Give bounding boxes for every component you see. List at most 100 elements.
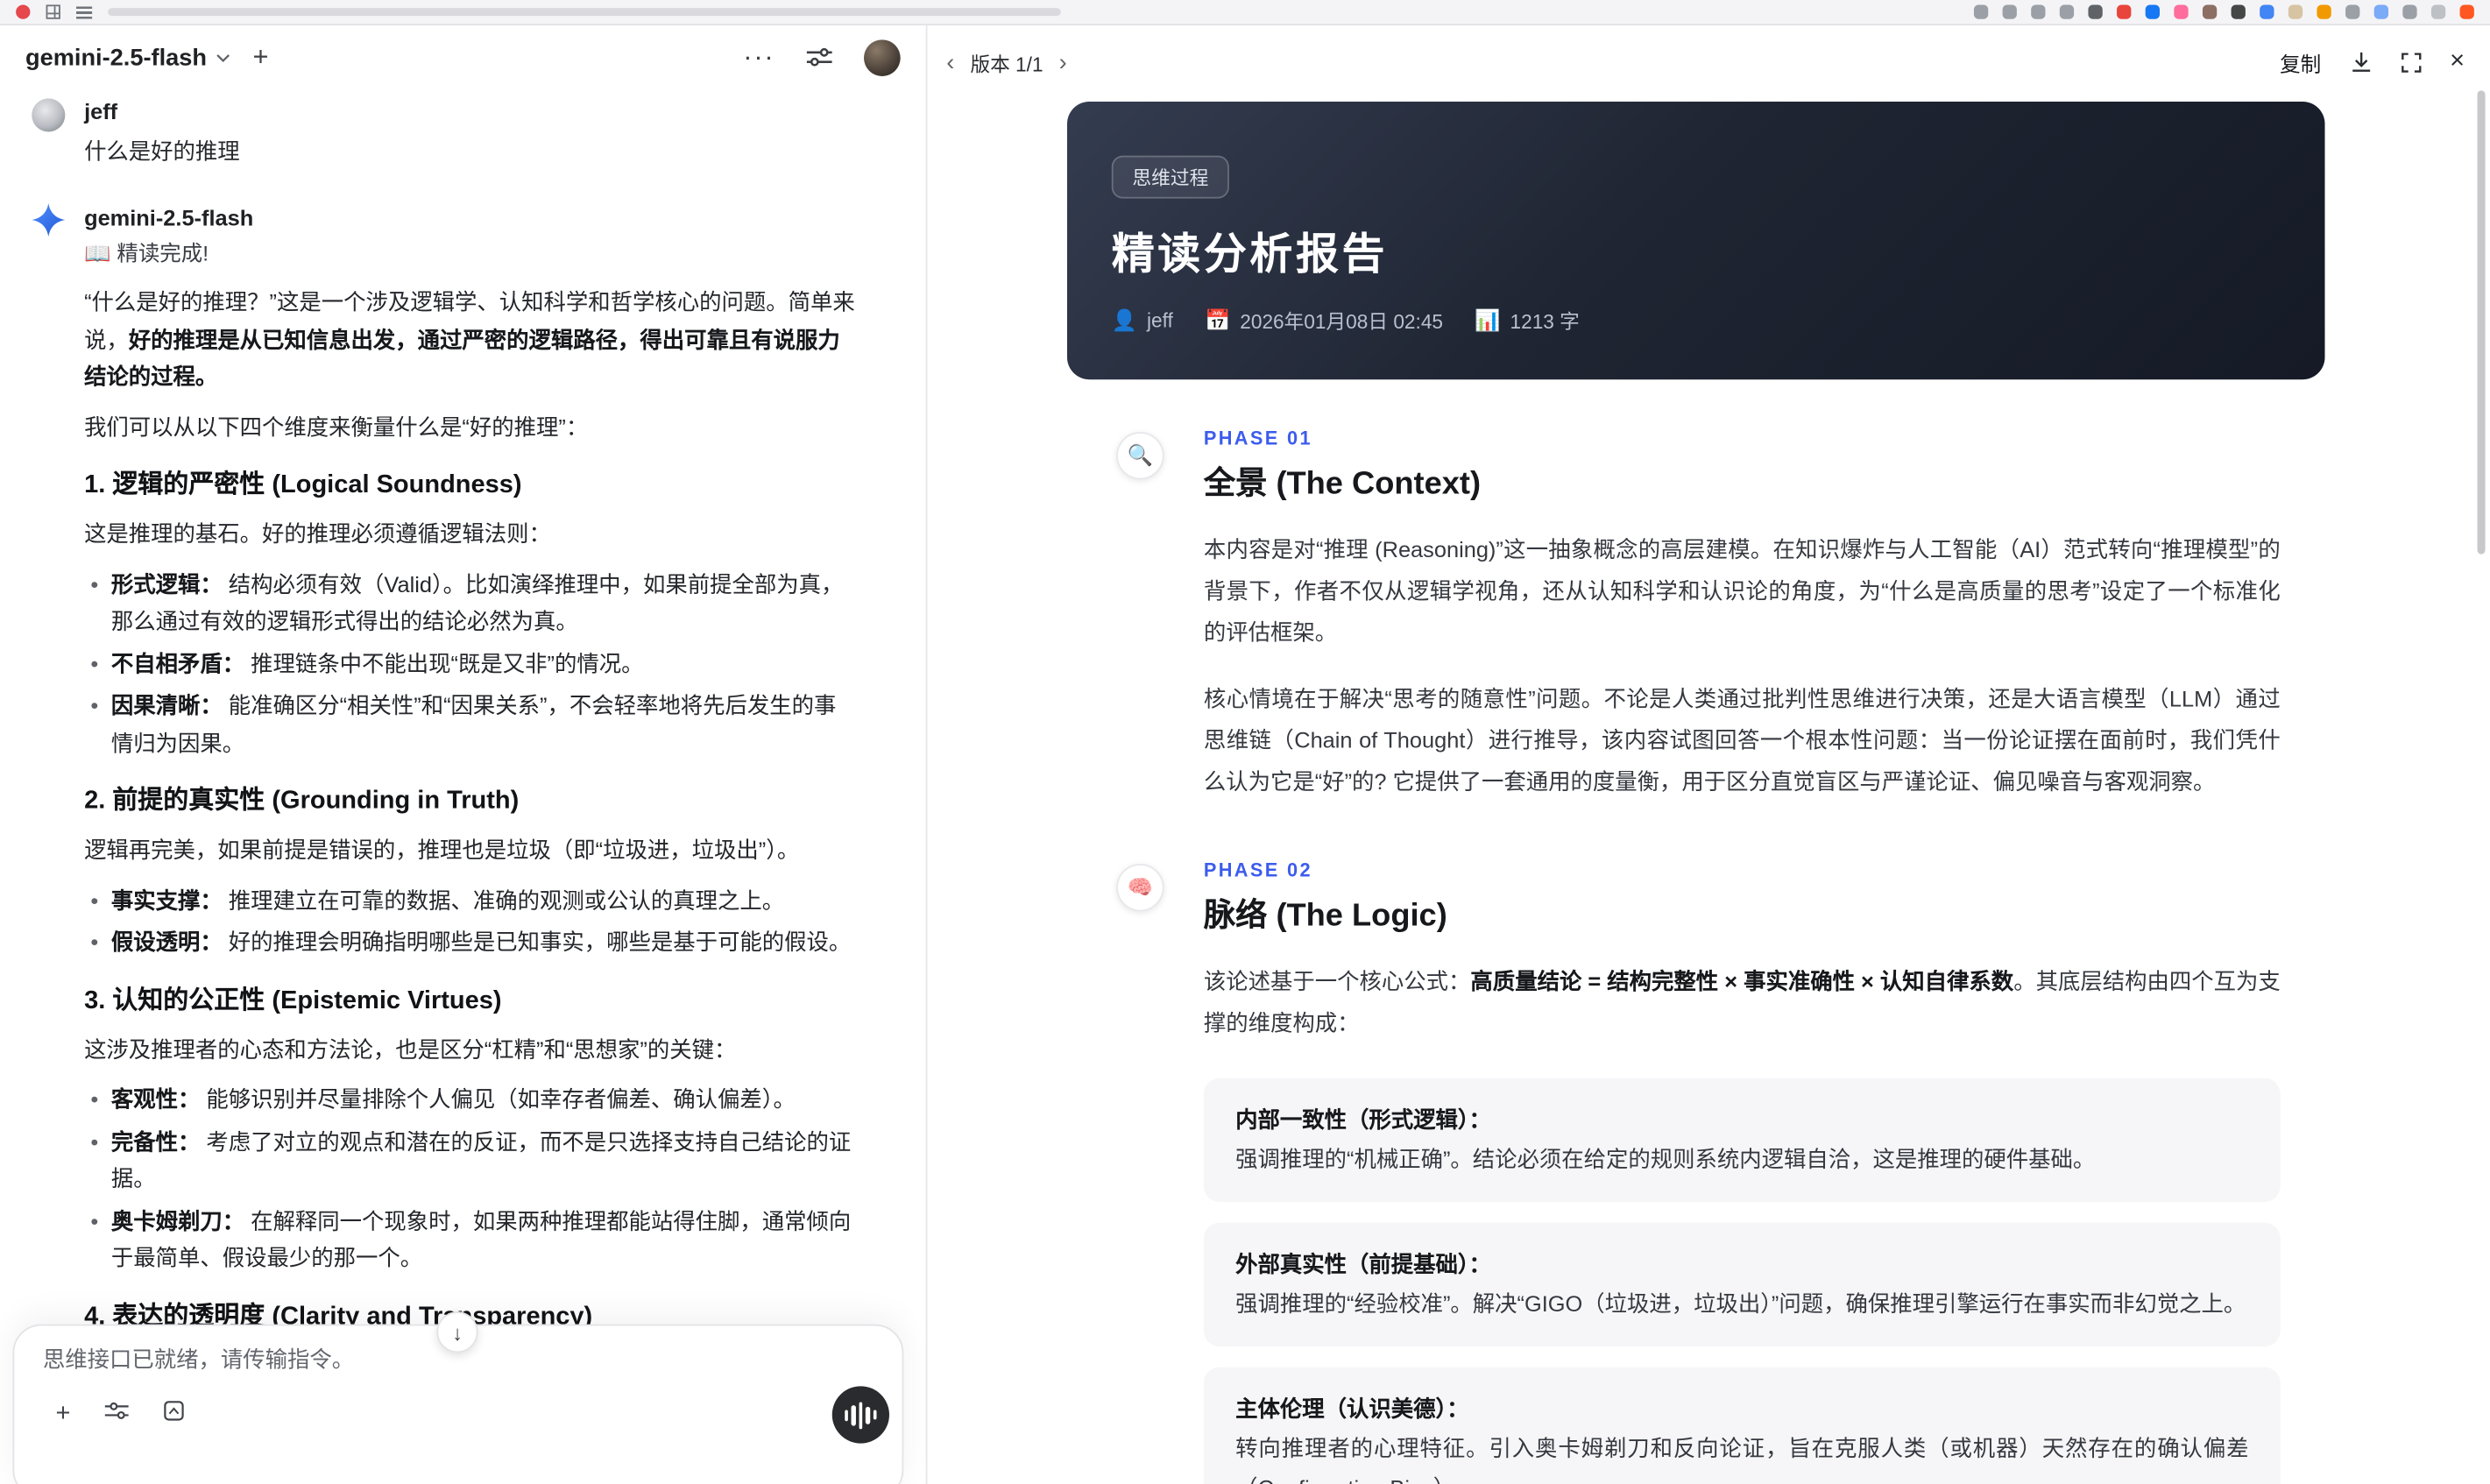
more-options-button[interactable]: ··· <box>743 43 775 70</box>
card-title: 外部真实性（前提基础）： <box>1235 1251 1491 1277</box>
bullet-text: 推理建立在可靠的数据、准确的观测或公认的真理之上。 <box>228 887 785 913</box>
account-avatar[interactable] <box>864 39 901 76</box>
model-name: gemini-2.5-flash <box>25 43 207 71</box>
brain-icon: 🧠 <box>1116 864 1164 912</box>
phase-section-2: 🧠 PHASE 02 脉络 (The Logic) 该论述基于一个核心公式：高质… <box>928 859 2490 1484</box>
close-button[interactable]: × <box>2450 48 2465 74</box>
bullet-text: 能够识别并尽量排除个人偏见（如幸存者偏差、确认偏差）。 <box>206 1085 796 1112</box>
bullet-item: 奥卡姆剃刀： 在解释同一个现象时，如果两种推理都能站得住脚，通常倾向于最简单、假… <box>84 1203 856 1277</box>
bullet-term: 完备性： <box>110 1127 201 1154</box>
extension-icon[interactable] <box>2260 4 2274 19</box>
extension-icons <box>1973 4 2474 19</box>
composer-input[interactable] <box>42 1346 808 1372</box>
bullet-item: 不自相矛盾： 推理链条中不能出现“既是又非”的情况。 <box>84 646 856 683</box>
copy-button[interactable]: 复制 <box>2280 46 2321 76</box>
extension-icon[interactable] <box>1973 4 1989 19</box>
formula-pre: 该论述基于一个核心公式： <box>1203 968 1471 994</box>
user-message-text: 什么是好的推理 <box>84 138 240 164</box>
user-icon: 👤 <box>1111 307 1138 331</box>
bullet-term: 假设透明： <box>110 929 223 955</box>
waveform-icon <box>859 1401 863 1429</box>
card-text: 转向推理者的心理特征。引入奥卡姆剃刀和反向论证，旨在克服人类（或机器）天然存在的… <box>1235 1435 2249 1484</box>
section-heading-3: 3. 认知的公正性 (Epistemic Virtues) <box>84 986 502 1014</box>
chat-header: gemini-2.5-flash + ··· <box>0 25 926 89</box>
version-label: 版本 1/1 <box>970 53 1043 76</box>
extension-icon[interactable] <box>2231 4 2246 19</box>
artifact-panel: ‹ 版本 1/1 › 复制 × 思维过程 精读分析报告 👤 jeff 📅 202… <box>927 25 2490 1484</box>
user-name: jeff <box>84 98 118 124</box>
artifact-scrollbar[interactable] <box>2477 90 2486 555</box>
bullet-term: 客观性： <box>110 1085 201 1112</box>
meta-wordcount: 1213 字 <box>1510 311 1580 334</box>
bullet-item: 完备性： 考虑了对立的观点和潜在的反证，而不是只选择支持自己结论的证据。 <box>84 1123 856 1198</box>
intro-bold-text: 好的推理是从已知信息出发，通过严密的逻辑路径，得出可靠且有说服力结论的过程。 <box>84 326 840 390</box>
section-desc-1: 这是推理的基石。好的推理必须遵循逻辑法则： <box>84 520 551 547</box>
arrow-down-icon: ↓ <box>452 1320 463 1345</box>
extension-icon[interactable] <box>2002 4 2017 19</box>
assistant-name: gemini-2.5-flash <box>84 204 254 230</box>
chat-panel: gemini-2.5-flash + ··· jeff 什么是好的推理 gemi… <box>0 25 928 1484</box>
chat-messages[interactable]: jeff 什么是好的推理 gemini-2.5-flash 📖 精读完成! “什… <box>0 89 926 1484</box>
book-icon: 📖 <box>84 241 111 265</box>
bullet-term: 形式逻辑： <box>110 570 223 597</box>
lead-paragraph: 我们可以从以下四个维度来衡量什么是“好的推理”： <box>84 413 589 440</box>
phase-label: PHASE 02 <box>1203 859 1312 881</box>
assistant-markdown: “什么是好的推理？”这是一个涉及逻辑学、认知科学和哲学核心的问题。简单来说，好的… <box>84 284 856 1434</box>
bullet-item: 形式逻辑： 结构必须有效（Valid）。比如演绎推理中，如果前提全部为真，那么通… <box>84 566 856 640</box>
menu-icon[interactable] <box>76 5 93 18</box>
apps-grid-icon[interactable] <box>46 4 60 19</box>
card-title: 内部一致性（形式逻辑）： <box>1235 1106 1491 1133</box>
dimension-card-3: 主体伦理（认识美德）： 转向推理者的心理特征。引入奥卡姆剃刀和反向论证，旨在克服… <box>1203 1367 2281 1484</box>
new-chat-button[interactable]: + <box>253 41 269 73</box>
extension-icon[interactable] <box>2117 4 2132 19</box>
extension-icon[interactable] <box>2317 4 2331 19</box>
voice-input-button[interactable] <box>831 1386 889 1444</box>
bullet-text: 推理链条中不能出现“既是又非”的情况。 <box>251 650 644 676</box>
bullet-item: 事实支撑： 推理建立在可靠的数据、准确的观测或公认的真理之上。 <box>84 882 856 920</box>
gemini-logo-icon <box>32 203 66 237</box>
bullet-term: 因果清晰： <box>110 692 223 718</box>
extension-icon[interactable] <box>2088 4 2103 19</box>
bullet-item: 因果清晰： 能准确区分“相关性”和“因果关系”，不会轻率地将先后发生的事情归为因… <box>84 688 856 762</box>
window-close-button[interactable] <box>16 4 31 19</box>
bullet-term: 事实支撑： <box>110 887 223 913</box>
extension-icon[interactable] <box>2059 4 2075 19</box>
artifact-toolbar: ‹ 版本 1/1 › 复制 × <box>928 25 2490 98</box>
version-prev-button[interactable]: ‹ <box>946 48 954 75</box>
user-message: jeff 什么是好的推理 <box>19 95 897 170</box>
extension-icon[interactable] <box>2345 4 2360 19</box>
report-header-card: 思维过程 精读分析报告 👤 jeff 📅 2026年01月08日 02:45 📊 12… <box>1067 102 2325 380</box>
extension-icon[interactable] <box>2174 4 2189 19</box>
extension-icon[interactable] <box>2288 4 2303 19</box>
bullet-item: 假设透明： 好的推理会明确指明哪些是已知事实，哪些是基于可能的假设。 <box>84 924 856 962</box>
version-next-button[interactable]: › <box>1059 48 1067 75</box>
assistant-message: gemini-2.5-flash 📖 精读完成! “什么是好的推理？”这是一个涉… <box>19 201 897 1441</box>
clipped-tab-title <box>108 8 1061 17</box>
read-status-text: 精读完成! <box>117 241 209 265</box>
extension-icon[interactable] <box>2373 4 2388 19</box>
extension-icon[interactable] <box>2459 4 2474 19</box>
dimension-card-1: 内部一致性（形式逻辑）： 强调推理的“机械正确”。结论必须在给定的规则系统内逻辑… <box>1203 1078 2281 1203</box>
extension-icon[interactable] <box>2031 4 2046 19</box>
canvas-button[interactable] <box>164 1401 185 1428</box>
download-button[interactable] <box>2350 51 2372 73</box>
extension-icon[interactable] <box>2430 4 2446 19</box>
report-title: 精读分析报告 <box>1111 230 1389 279</box>
scroll-to-bottom-button[interactable]: ↓ <box>436 1311 478 1353</box>
tools-button[interactable] <box>105 1401 130 1428</box>
attach-button[interactable]: + <box>55 1401 70 1427</box>
settings-sliders-button[interactable] <box>806 46 832 68</box>
extension-icon[interactable] <box>2202 4 2218 19</box>
report-badge: 思维过程 <box>1111 155 1229 199</box>
section-heading-1: 1. 逻辑的严密性 (Logical Soundness) <box>84 471 522 499</box>
extension-icon[interactable] <box>2402 4 2417 19</box>
meta-date: 2026年01月08日 02:45 <box>1240 311 1444 334</box>
bullet-list-3: 客观性： 能够识别并尽量排除个人偏见（如幸存者偏差、确认偏差）。 完备性： 考虑… <box>84 1081 856 1277</box>
card-text: 强调推理的“机械正确”。结论必须在给定的规则系统内逻辑自洽，这是推理的硬件基础。 <box>1235 1146 2096 1172</box>
browser-topbar <box>0 0 2490 25</box>
extension-icon[interactable] <box>2145 4 2160 19</box>
phase-section-1: 🔍 PHASE 01 全景 (The Context) 本内容是对“推理 (Re… <box>928 428 2490 802</box>
fullscreen-button[interactable] <box>2401 52 2422 73</box>
model-selector[interactable]: gemini-2.5-flash <box>25 44 230 71</box>
section-heading-2: 2. 前提的真实性 (Grounding in Truth) <box>84 788 520 815</box>
